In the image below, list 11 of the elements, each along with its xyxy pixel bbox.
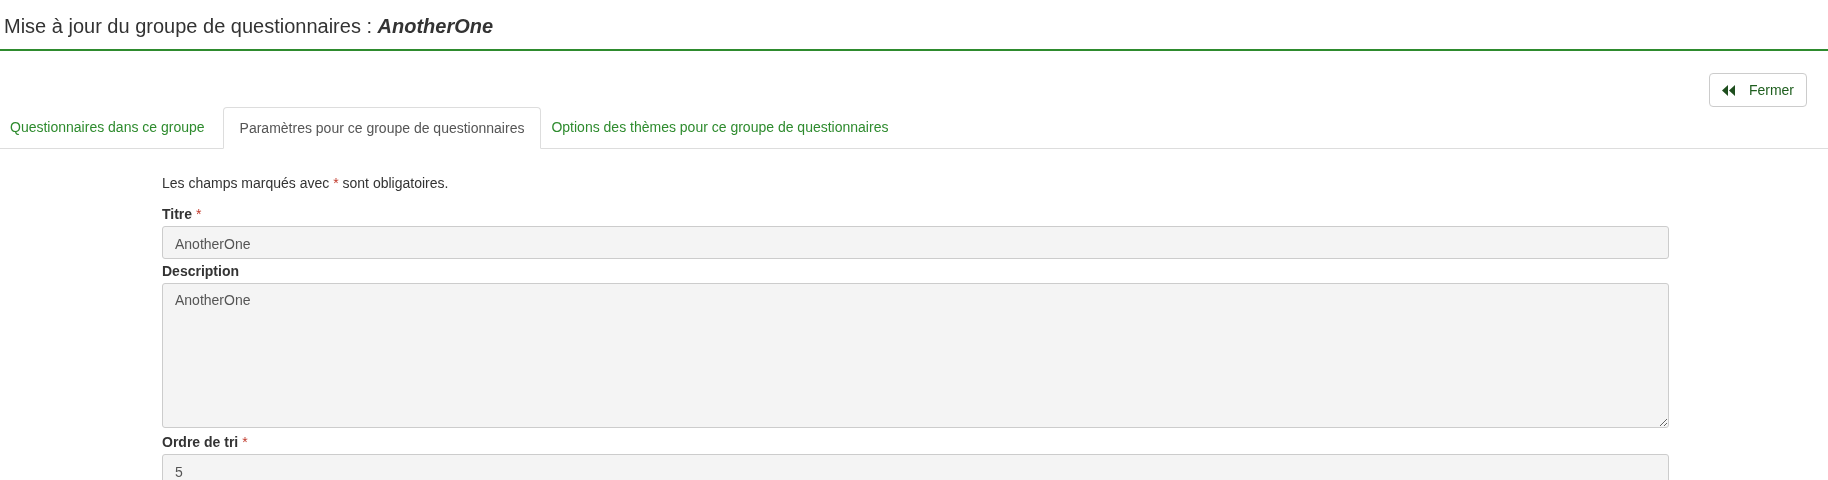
field-label: Titre * bbox=[162, 206, 203, 222]
field-label: Description bbox=[162, 263, 240, 279]
text-field[interactable]: AnotherOne bbox=[162, 226, 1669, 259]
close-button[interactable]: Fermer bbox=[1708, 73, 1807, 107]
page-title: Mise à jour du groupe de questionnaires : AnotherOne bbox=[4, 13, 494, 39]
required-fields-note: Les champs marqués avec * sont obligatoires. bbox=[162, 174, 450, 193]
tab[interactable]: Paramètres pour ce groupe de questionnaires bbox=[222, 107, 542, 149]
field-label: Ordre de tri * bbox=[162, 434, 249, 450]
text-field[interactable]: 5 bbox=[162, 454, 1669, 480]
double-left-arrow-icon bbox=[1721, 84, 1735, 96]
description-textarea[interactable]: AnotherOne bbox=[162, 283, 1669, 428]
